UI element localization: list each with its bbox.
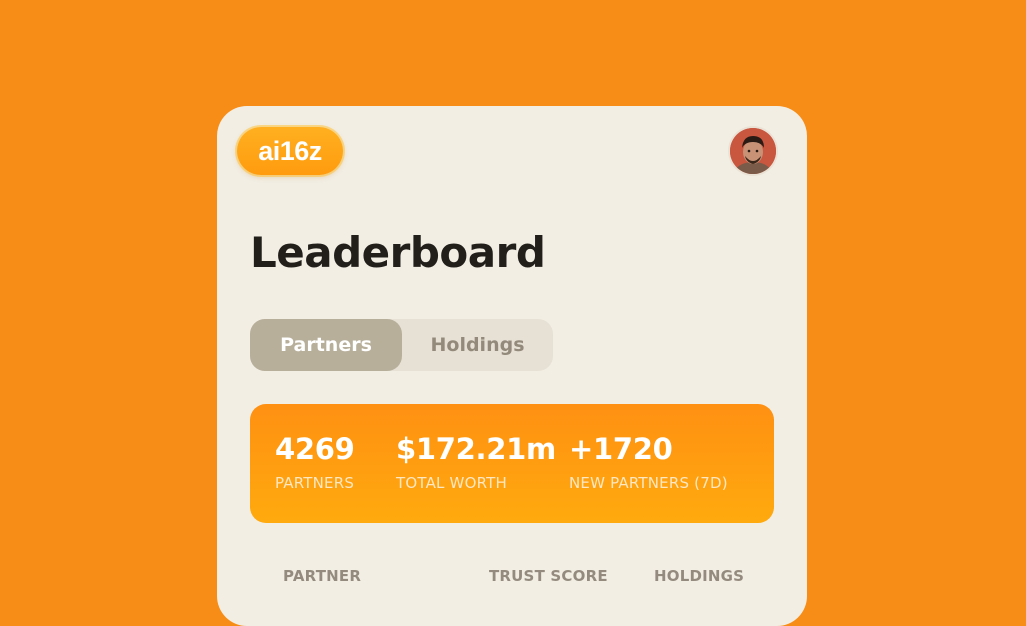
stat-total-worth: $172.21m TOTAL WORTH <box>396 435 556 491</box>
stat-new-partners: +1720 NEW PARTNERS (7D) <box>569 435 728 491</box>
avatar-icon <box>730 128 776 174</box>
stat-partners: 4269 PARTNERS <box>275 435 355 491</box>
stat-value: 4269 <box>275 432 355 466</box>
stat-label: NEW PARTNERS (7D) <box>569 474 728 492</box>
column-header-partner[interactable]: PARTNER <box>283 569 361 584</box>
leaderboard-card: ai16z Leaderboard Partners Holdings 4269… <box>217 106 807 626</box>
stat-value: +1720 <box>569 432 673 466</box>
user-avatar[interactable] <box>730 128 776 174</box>
stat-label: PARTNERS <box>275 474 355 492</box>
tab-partners[interactable]: Partners <box>250 319 402 371</box>
logo-text: ai16z <box>258 135 322 166</box>
page-title: Leaderboard <box>250 228 546 277</box>
stat-label: TOTAL WORTH <box>396 474 507 492</box>
stat-value: $172.21m <box>396 432 556 466</box>
tab-switcher: Partners Holdings <box>250 319 553 371</box>
ai16z-logo[interactable]: ai16z <box>237 127 343 175</box>
column-header-holdings[interactable]: HOLDINGS <box>654 569 744 584</box>
stats-banner: 4269 PARTNERS $172.21m TOTAL WORTH +1720… <box>250 404 774 523</box>
column-header-trust-score[interactable]: TRUST SCORE <box>489 569 608 584</box>
tab-holdings[interactable]: Holdings <box>402 319 553 371</box>
